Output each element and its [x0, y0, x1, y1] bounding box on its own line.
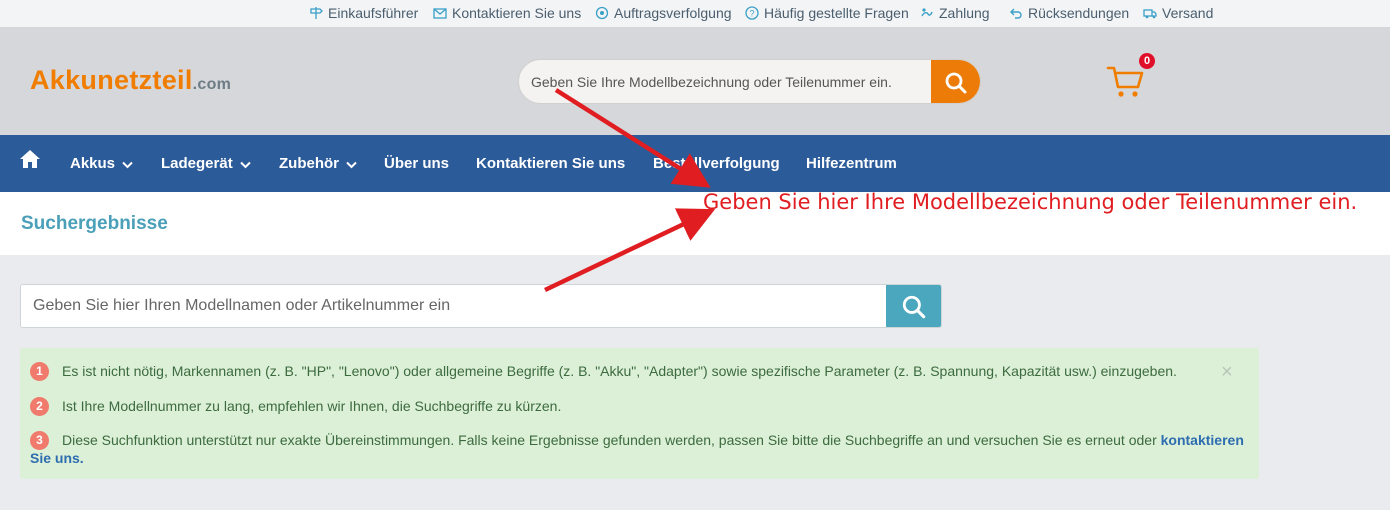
tip-text: Ist Ihre Modellnummer zu lang, empfehlen… [62, 398, 562, 414]
search-tips-notice: 1 Es ist nicht nötig, Markennamen (z. B.… [20, 348, 1259, 479]
chevron-down-icon [122, 161, 133, 169]
topbar-link-label: Zahlung [939, 5, 990, 21]
topbar-link-shopping-guide[interactable]: Einkaufsführer [309, 5, 418, 21]
topbar-link-label: Versand [1162, 5, 1214, 21]
topbar-link-contact[interactable]: Kontaktieren Sie uns [433, 5, 581, 21]
topbar-link-label: Auftragsverfolgung [614, 5, 732, 21]
nav-item-ueber-uns[interactable]: Über uns [384, 155, 449, 172]
cart-count-badge: 0 [1139, 53, 1155, 69]
main-nav: Akkus Ladegerät Zubehör Über uns Kontakt… [0, 135, 1390, 192]
chevron-down-icon [239, 161, 251, 169]
topbar-link-payment[interactable]: Zahlung [920, 5, 990, 21]
tip-number-badge: 3 [30, 431, 49, 450]
results-search-button[interactable] [886, 285, 941, 327]
signpost-icon [310, 7, 323, 19]
chevron-down-icon [346, 161, 357, 169]
search-icon [945, 72, 966, 93]
home-icon[interactable] [19, 149, 41, 169]
tracking-icon [595, 6, 609, 20]
mail-icon [433, 8, 447, 19]
site-header: Akkunetzteil.com 0 [0, 27, 1390, 135]
question-icon: ? [745, 6, 759, 20]
return-icon [1010, 8, 1022, 19]
nav-item-label: Ladegerät [161, 155, 233, 172]
svg-text:?: ? [749, 9, 754, 19]
tip-number-badge: 1 [30, 362, 49, 381]
tip-row: 1 Es ist nicht nötig, Markennamen (z. B.… [30, 362, 1200, 381]
nav-item-bestellverfolgung[interactable]: Bestellverfolgung [653, 155, 780, 172]
nav-item-ladegeraet[interactable]: Ladegerät [161, 155, 251, 172]
nav-item-label: Hilfezentrum [806, 155, 897, 172]
tip-text: Diese Suchfunktion unterstützt nur exakt… [62, 432, 1161, 448]
header-search [518, 59, 981, 104]
nav-item-label: Zubehör [279, 155, 339, 172]
header-search-input[interactable] [519, 60, 933, 103]
topbar-link-label: Einkaufsführer [328, 5, 419, 21]
cart-icon[interactable] [1106, 63, 1146, 99]
annotation-text: Geben Sie hier Ihre Modellbezeichnung od… [703, 190, 1358, 214]
header-search-button[interactable] [931, 60, 980, 103]
truck-icon [1143, 9, 1157, 19]
nav-item-label: Über uns [384, 155, 450, 172]
close-icon[interactable]: × [1221, 361, 1233, 384]
topbar-link-order-tracking[interactable]: Auftragsverfolgung [595, 5, 732, 21]
tip-number-badge: 2 [30, 397, 49, 416]
logo-main-text: Akkunetzteil [30, 65, 193, 95]
page-title: Suchergebnisse [21, 213, 168, 234]
nav-item-hilfezentrum[interactable]: Hilfezentrum [806, 155, 897, 172]
tip-row: 2 Ist Ihre Modellnummer zu lang, empfehl… [30, 397, 1200, 416]
results-search-input[interactable] [21, 285, 887, 327]
topbar-link-label: Häufig gestellte Fragen [764, 5, 909, 21]
topbar-link-label: Kontaktieren Sie uns [452, 5, 582, 21]
topbar-link-shipping[interactable]: Versand [1143, 5, 1213, 21]
tip-row: 3 Diese Suchfunktion unterstützt nur exak… [30, 431, 1245, 467]
nav-item-label: Kontaktieren Sie uns [476, 155, 626, 172]
nav-item-label: Bestellverfolgung [653, 155, 780, 172]
nav-item-zubehoer[interactable]: Zubehör [279, 155, 357, 172]
nav-item-akkus[interactable]: Akkus [70, 155, 133, 172]
topbar-link-returns[interactable]: Rücksendungen [1009, 5, 1129, 21]
results-search [20, 284, 942, 328]
topbar-link-faq[interactable]: ? Häufig gestellte Fragen [745, 5, 909, 21]
topbar-link-label: Rücksendungen [1028, 5, 1130, 21]
site-logo[interactable]: Akkunetzteil.com [30, 65, 231, 96]
tip-text: Es ist nicht nötig, Markennamen (z. B. "… [62, 363, 1177, 379]
payment-icon [921, 8, 933, 17]
top-utility-bar: Einkaufsführer Kontaktieren Sie uns Auft… [0, 0, 1390, 27]
logo-tld-text: .com [192, 76, 232, 93]
nav-item-label: Akkus [70, 155, 116, 172]
search-icon [902, 295, 925, 319]
nav-item-kontakt[interactable]: Kontaktieren Sie uns [476, 155, 625, 172]
